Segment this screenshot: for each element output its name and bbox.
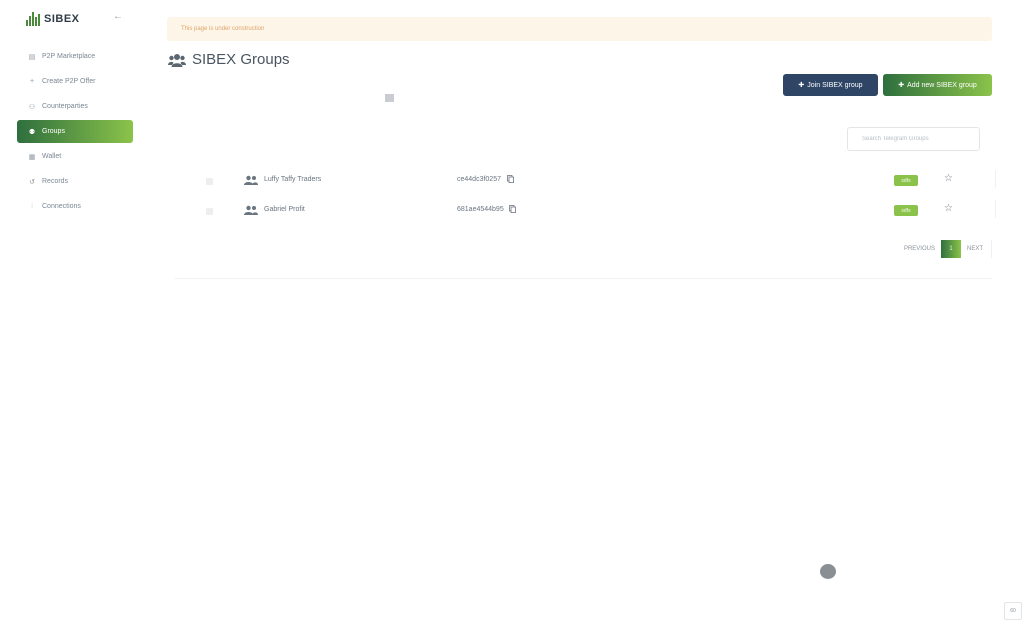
users-icon: ⚇ bbox=[28, 103, 36, 111]
sidebar-item-label: Wallet bbox=[42, 153, 62, 160]
copy-icon[interactable] bbox=[507, 175, 514, 183]
copy-icon[interactable] bbox=[509, 205, 516, 213]
join-group-button[interactable]: ✚ Join SIBEX group bbox=[783, 74, 878, 96]
sidebar-nav: ▤ P2P Marketplace + Create P2P Offer ⚇ C… bbox=[17, 45, 133, 220]
add-group-label: Add new SIBEX group bbox=[907, 81, 977, 89]
logo-icon bbox=[26, 12, 40, 26]
group-name: Gabriel Profit bbox=[264, 206, 305, 213]
status-badge: sdfs bbox=[894, 175, 918, 186]
sidebar-item-label: Counterparties bbox=[42, 103, 88, 110]
sidebar-item-counterparties[interactable]: ⚇ Counterparties bbox=[17, 95, 133, 118]
join-group-label: Join SIBEX group bbox=[807, 81, 863, 89]
sidebar-item-p2p-marketplace[interactable]: ▤ P2P Marketplace bbox=[17, 45, 133, 68]
sliders-icon: ⫶ bbox=[31, 202, 33, 210]
group-icon bbox=[244, 175, 258, 185]
add-group-button[interactable]: ✚ Add new SIBEX group bbox=[883, 74, 992, 96]
star-icon[interactable]: ☆ bbox=[944, 203, 953, 214]
row-divider bbox=[995, 170, 996, 188]
banner-text: This page is under construction bbox=[181, 26, 265, 32]
arrow-left-icon[interactable]: ← bbox=[113, 11, 123, 22]
store-icon: ▤ bbox=[28, 53, 36, 61]
sidebar-item-label: Create P2P Offer bbox=[42, 78, 96, 85]
star-icon[interactable]: ☆ bbox=[944, 173, 953, 184]
history-icon: ↺ bbox=[29, 178, 35, 186]
row-checkbox[interactable] bbox=[206, 178, 213, 185]
table-row[interactable]: Gabriel Profit 681ae4544b95 sdfs ☆ bbox=[175, 196, 996, 224]
sidebar-item-records[interactable]: ↺ Records bbox=[17, 170, 133, 193]
groups-table: Luffy Taffy Traders ce44dc3f0257 sdfs ☆ … bbox=[175, 166, 996, 279]
pager-divider bbox=[991, 240, 992, 258]
sidebar-item-wallet[interactable]: ▦ Wallet bbox=[17, 145, 133, 168]
search-input[interactable] bbox=[847, 127, 980, 151]
sidebar-item-label: Records bbox=[42, 178, 69, 185]
group-icon bbox=[244, 205, 258, 215]
plus-icon: + bbox=[29, 78, 35, 85]
sidebar-item-label: Groups bbox=[42, 128, 65, 135]
current-page-button[interactable]: 1 bbox=[940, 240, 961, 258]
broken-image-placeholder bbox=[385, 94, 394, 102]
brand-name: SIBEX bbox=[44, 13, 80, 25]
corner-badge: 60 bbox=[1004, 602, 1022, 620]
group-id: 681ae4544b95 bbox=[457, 206, 504, 213]
wallet-icon: ▦ bbox=[28, 153, 36, 161]
group-id: ce44dc3f0257 bbox=[457, 176, 501, 183]
brand-logo[interactable]: SIBEX bbox=[26, 11, 80, 27]
previous-page-button[interactable]: PREVIOUS bbox=[898, 240, 941, 258]
row-checkbox[interactable] bbox=[206, 208, 213, 215]
pagination: PREVIOUS 1 NEXT bbox=[898, 240, 992, 258]
group-name: Luffy Taffy Traders bbox=[264, 176, 322, 183]
sidebar-item-connections[interactable]: ⫶ Connections bbox=[17, 195, 133, 218]
next-page-button[interactable]: NEXT bbox=[961, 240, 989, 258]
users-icon bbox=[168, 53, 186, 67]
sidebar-item-create-p2p-offer[interactable]: + Create P2P Offer bbox=[17, 70, 133, 93]
status-badge: sdfs bbox=[894, 205, 918, 216]
sidebar-item-label: Connections bbox=[42, 203, 81, 210]
page-title: SIBEX Groups bbox=[168, 51, 290, 68]
users-plus-icon: ✚ bbox=[898, 82, 905, 89]
user-plus-icon: ✚ bbox=[798, 82, 805, 89]
page-title-text: SIBEX Groups bbox=[192, 51, 290, 68]
sidebar-item-label: P2P Marketplace bbox=[42, 53, 96, 60]
groups-icon: ⚉ bbox=[28, 128, 36, 136]
row-divider bbox=[995, 200, 996, 218]
sidebar: SIBEX ← ▤ P2P Marketplace + Create P2P O… bbox=[0, 0, 150, 624]
cursor-indicator bbox=[820, 564, 836, 579]
sidebar-item-groups[interactable]: ⚉ Groups bbox=[17, 120, 133, 143]
table-row[interactable]: Luffy Taffy Traders ce44dc3f0257 sdfs ☆ bbox=[175, 166, 996, 194]
construction-banner: This page is under construction bbox=[167, 17, 992, 41]
